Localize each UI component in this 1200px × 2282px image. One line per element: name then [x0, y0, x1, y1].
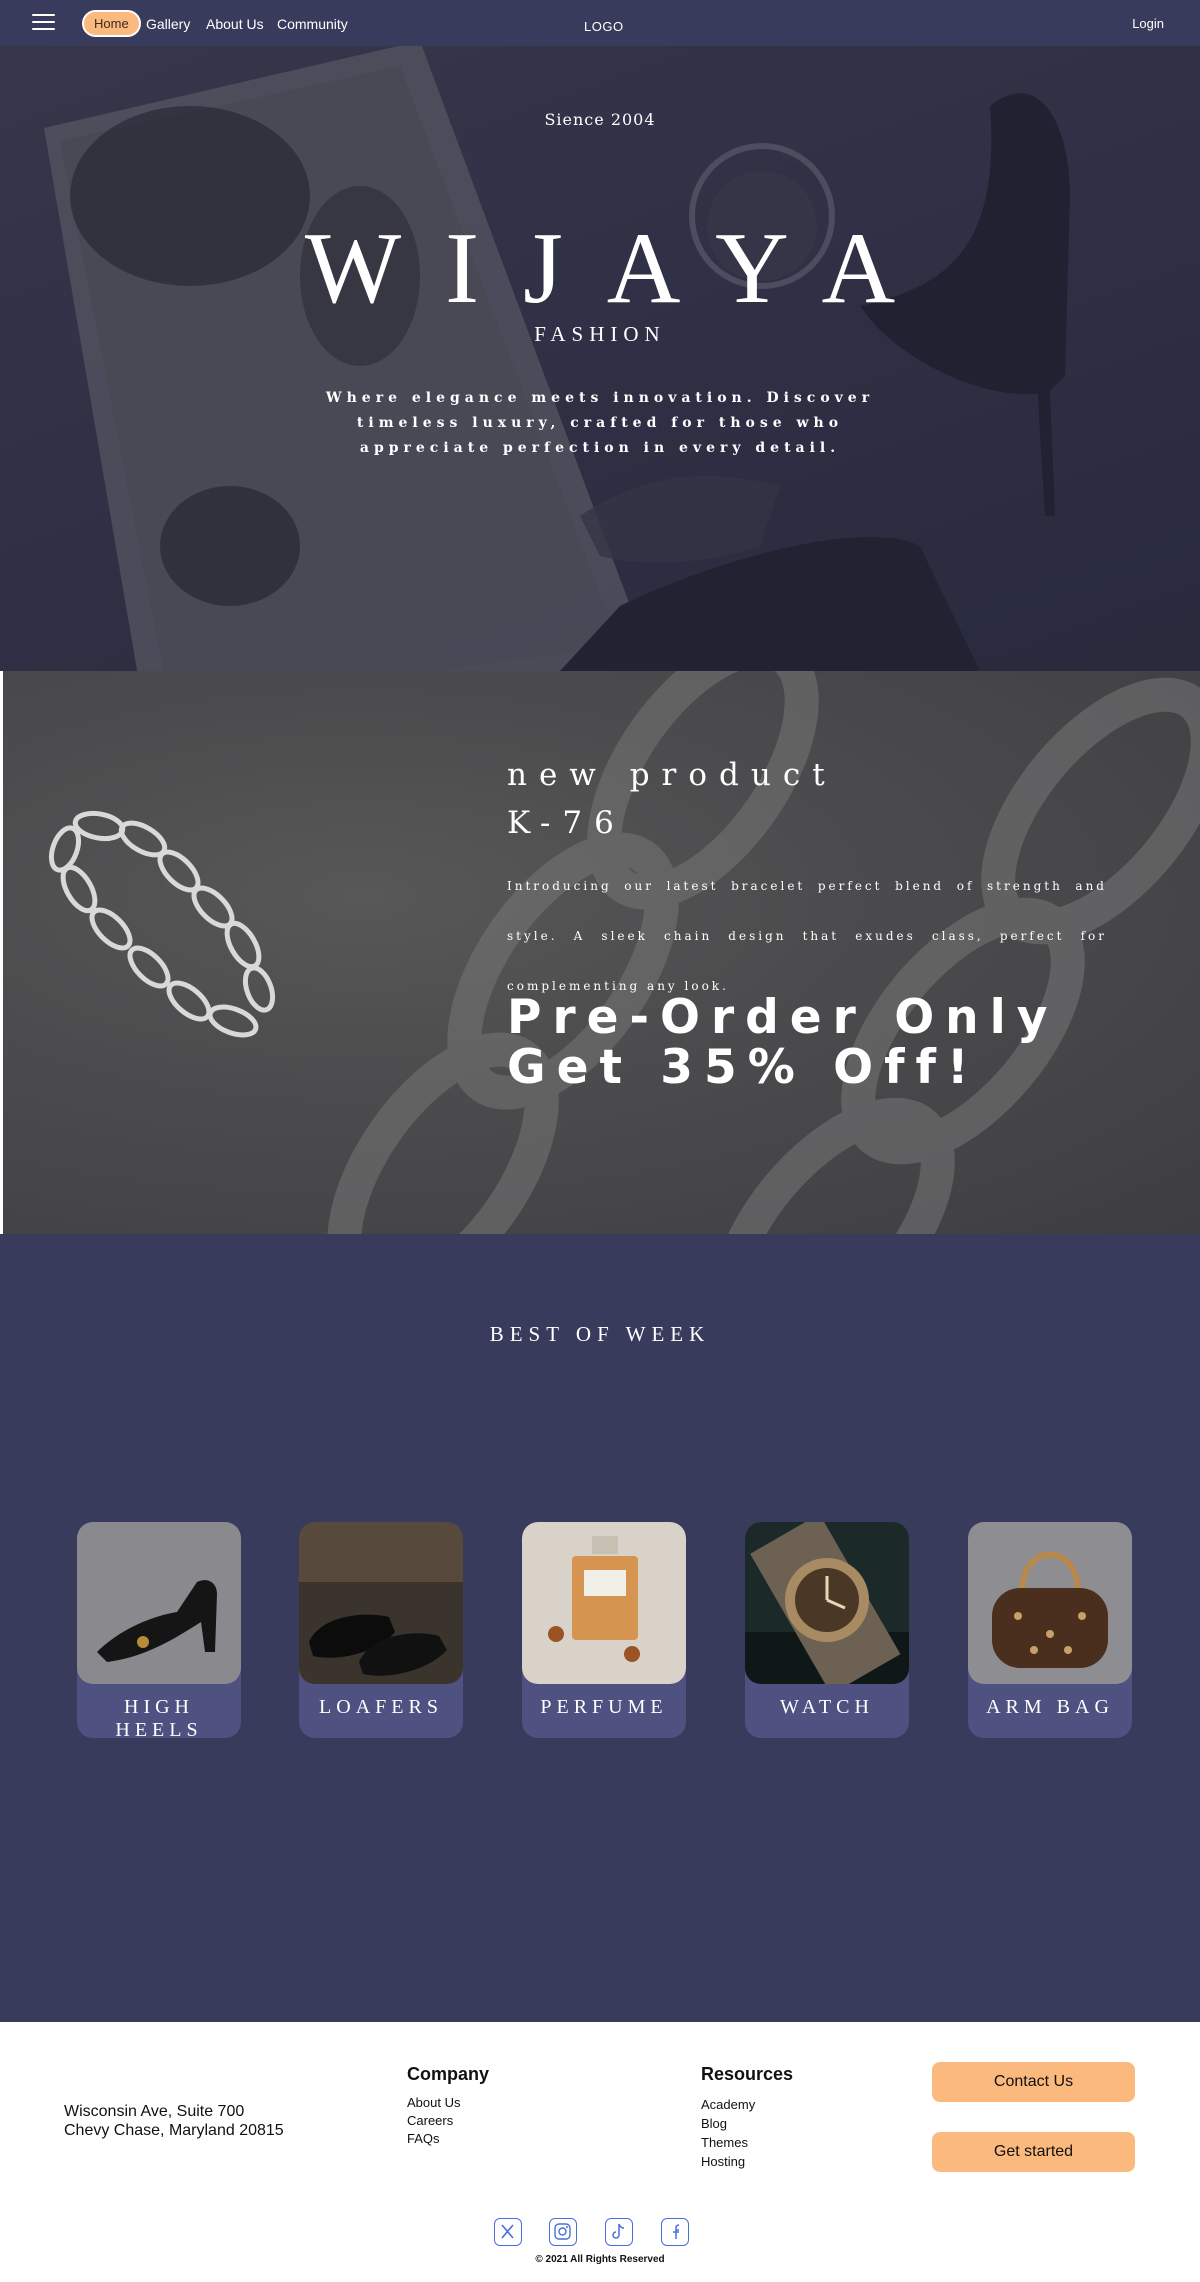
- hamburger-menu-icon[interactable]: [32, 14, 55, 32]
- card-label: LOAFERS: [319, 1696, 443, 1718]
- perfume-bottle-image: [522, 1522, 686, 1684]
- footer-address: Wisconsin Ave, Suite 700 Chevy Chase, Ma…: [64, 2102, 284, 2140]
- resources-heading: Resources: [701, 2064, 794, 2084]
- card-label: PERFUME: [540, 1696, 668, 1718]
- site-footer: Wisconsin Ave, Suite 700 Chevy Chase, Ma…: [0, 2022, 1200, 2282]
- footer-link-careers[interactable]: Careers: [407, 2112, 453, 2130]
- product-card-perfume[interactable]: PERFUME: [522, 1522, 686, 1738]
- product-description: Introducing our latest bracelet perfect …: [507, 879, 1107, 993]
- instagram-icon[interactable]: [549, 2218, 577, 2246]
- hero-tagline: Where elegance meets innovation. Discove…: [325, 390, 875, 456]
- nav-community-link[interactable]: Community: [277, 16, 348, 32]
- best-of-week-title: BEST OF WEEK: [489, 1322, 711, 1346]
- get-started-button[interactable]: Get started: [932, 2132, 1135, 2172]
- card-label: ARM BAG: [986, 1696, 1114, 1718]
- footer-link-themes[interactable]: Themes: [701, 2134, 748, 2152]
- footer-link-academy[interactable]: Academy: [701, 2096, 755, 2114]
- login-link[interactable]: Login: [1132, 16, 1164, 31]
- top-navbar: Home Gallery About Us Community LOGO Log…: [0, 0, 1200, 46]
- product-code: K-76: [507, 805, 626, 841]
- footer-link-hosting[interactable]: Hosting: [701, 2153, 745, 2171]
- hero-since-text: Sience 2004: [544, 110, 656, 129]
- product-card-watch[interactable]: WATCH: [745, 1522, 909, 1738]
- nav-gallery-link[interactable]: Gallery: [146, 16, 190, 32]
- hero-overlay: [0, 46, 1200, 671]
- footer-link-blog[interactable]: Blog: [701, 2115, 727, 2133]
- address-line-1: Wisconsin Ave, Suite 700: [64, 2103, 245, 2120]
- high-heel-shoe-image: [77, 1522, 241, 1684]
- preorder-promo: Pre-Order Only Get 35% Off!: [507, 993, 1058, 1093]
- nav-home-link[interactable]: Home: [82, 10, 141, 37]
- product-card-arm-bag[interactable]: ARM BAG: [968, 1522, 1132, 1738]
- facebook-icon[interactable]: [661, 2218, 689, 2246]
- new-product-section: new product K-76 Introducing our latest …: [3, 671, 1200, 1234]
- x-icon[interactable]: [494, 2218, 522, 2246]
- handbag-image: [968, 1522, 1132, 1684]
- footer-link-about[interactable]: About Us: [407, 2094, 460, 2112]
- promo-line-1: Pre-Order Only: [507, 990, 1059, 1045]
- new-product-label: new product: [507, 757, 837, 793]
- hero-brand-title: WIJAYA: [304, 212, 940, 325]
- bracelet-image: [48, 810, 276, 1038]
- promo-line-2: Get 35% Off!: [507, 1040, 980, 1095]
- address-line-2: Chevy Chase, Maryland 20815: [64, 2122, 284, 2139]
- best-of-week-section: BEST OF WEEK HIGH HEELS LOAFERS PERFUME: [0, 1234, 1200, 2022]
- hero-section: Sience 2004 WIJAYA FASHION Where eleganc…: [0, 46, 1200, 671]
- hero-brand-subtitle: FASHION: [534, 322, 666, 346]
- site-logo[interactable]: LOGO: [584, 19, 624, 34]
- tiktok-icon[interactable]: [605, 2218, 633, 2246]
- card-label: HIGH HEELS: [115, 1696, 203, 1738]
- loafers-image: [299, 1522, 463, 1684]
- card-label: WATCH: [780, 1696, 874, 1718]
- wrist-watch-image: [745, 1522, 909, 1684]
- footer-link-faqs[interactable]: FAQs: [407, 2130, 440, 2148]
- company-heading: Company: [407, 2064, 490, 2084]
- new-product-heading: new product K-76: [507, 751, 837, 847]
- contact-us-button[interactable]: Contact Us: [932, 2062, 1135, 2102]
- product-card-loafers[interactable]: LOAFERS: [299, 1522, 463, 1738]
- copyright-text: © 2021 All Rights Reserved: [535, 2254, 665, 2265]
- nav-about-link[interactable]: About Us: [206, 16, 264, 32]
- product-card-high-heels[interactable]: HIGH HEELS: [77, 1522, 241, 1738]
